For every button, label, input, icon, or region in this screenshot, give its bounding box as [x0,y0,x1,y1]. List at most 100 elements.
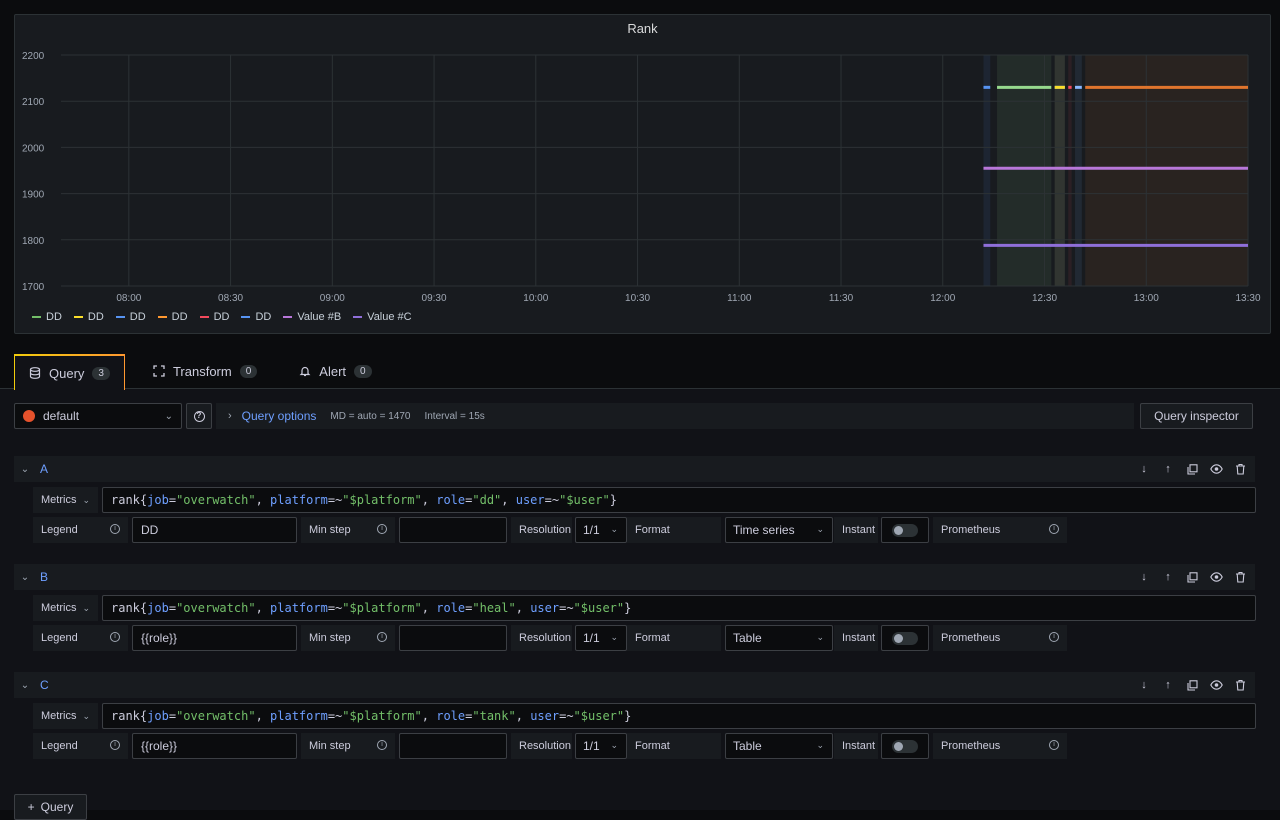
info-icon[interactable]: i [377,740,387,750]
move-down-icon[interactable]: ↓ [1137,570,1151,584]
tab-alert-label: Alert [319,363,347,379]
min-step-input[interactable] [399,733,507,759]
query-ref-id[interactable]: A [40,462,48,476]
tab-query[interactable]: Query 3 [14,354,125,390]
move-up-icon[interactable]: ↑ [1161,462,1175,476]
resolution-select[interactable]: 1/1 ⌄ [575,625,627,651]
move-down-icon[interactable]: ↓ [1137,462,1151,476]
promql-input[interactable]: rank{job = "overwatch", platform =~ "$platfo… [102,703,1256,729]
promql-input[interactable]: rank{job = "overwatch", platform =~ "$platfo… [102,487,1256,513]
query-ref-id[interactable]: C [40,678,49,692]
trash-icon[interactable] [1233,462,1247,476]
resolution-value: 1/1 [583,631,600,645]
legend-item[interactable]: DD [241,311,271,323]
graph-panel: 2200 2100 2000 1900 1800 1700 08:00 08:30 09:00 0… [14,14,1271,334]
query-row-header[interactable]: ⌄ B ↓ ↑ [14,564,1255,590]
info-icon[interactable]: i [110,632,120,642]
legend-item[interactable]: DD [199,311,230,323]
query-ref-id[interactable]: B [40,570,48,584]
format-select[interactable]: Table ⌄ [725,733,833,759]
query-inspector-button[interactable]: Query inspector [1140,403,1253,429]
instant-switch[interactable] [892,631,918,645]
legend-label: DD [129,311,146,323]
instant-toggle[interactable] [881,625,929,651]
chevron-down-icon[interactable]: ⌄ [16,572,34,583]
legend-item[interactable]: DD [73,311,104,323]
legend-input[interactable]: DD [132,517,297,543]
x-tick-label: 13:00 [1134,293,1159,304]
info-icon[interactable]: i [377,524,387,534]
trash-icon[interactable] [1233,570,1247,584]
chevron-down-icon: ⌄ [164,410,173,422]
min-step-input[interactable] [399,517,507,543]
tab-alert[interactable]: Alert 0 [285,353,385,389]
instant-toggle[interactable] [881,733,929,759]
info-icon[interactable]: i [110,740,120,750]
instant-switch[interactable] [892,523,918,537]
min-step-label: Min step i [301,517,395,543]
legend-item[interactable]: DD [32,311,62,323]
legend-input[interactable]: {{role}} [132,733,297,759]
legend-item[interactable]: DD [157,311,188,323]
legend-label-text: Legend [41,524,78,536]
legend-swatch [241,316,251,318]
prometheus-label: Prometheus i [933,733,1067,759]
format-select[interactable]: Table ⌄ [725,625,833,651]
add-query-button[interactable]: + Query [14,794,87,820]
legend-label: Value #B [297,311,342,323]
role-value: dd [479,493,495,507]
eye-icon[interactable] [1209,462,1223,476]
prometheus-label-text: Prometheus [941,632,1001,644]
legend-label: DD [213,311,230,323]
datasource-help-button[interactable]: ? [186,403,212,429]
query-options-bar[interactable]: › Query options MD = auto = 1470 Interva… [216,403,1134,429]
tab-query-count: 3 [92,366,110,380]
chevron-right-icon: › [228,410,232,422]
metrics-button[interactable]: Metrics ⌄ [33,703,98,729]
resolution-select[interactable]: 1/1 ⌄ [575,733,627,759]
duplicate-icon[interactable] [1185,678,1199,692]
min-step-input[interactable] [399,625,507,651]
metrics-button[interactable]: Metrics ⌄ [33,487,98,513]
query-row-header[interactable]: ⌄ C ↓ ↑ [14,672,1255,698]
legend-item[interactable]: Value #C [353,311,412,323]
promql-input[interactable]: rank{job = "overwatch", platform =~ "$platfo… [102,595,1256,621]
chevron-down-icon: ⌄ [816,740,824,750]
chevron-down-icon[interactable]: ⌄ [16,680,34,691]
series-fill-band [997,55,1052,286]
datasource-select[interactable]: default ⌄ [14,403,182,429]
rank-chart: 2200 2100 2000 1900 1800 1700 08:00 08:30 09:00 0… [22,51,1261,304]
chart-legend: DD DD DD DD DD DD Value #B Value #C [32,311,412,323]
x-tick-label: 10:30 [625,293,650,304]
database-icon [29,367,41,379]
info-icon[interactable]: i [1049,632,1059,642]
move-up-icon[interactable]: ↑ [1161,678,1175,692]
move-down-icon[interactable]: ↓ [1137,678,1151,692]
info-icon[interactable]: i [1049,524,1059,534]
legend-input[interactable]: {{role}} [132,625,297,651]
eye-icon[interactable] [1209,570,1223,584]
chevron-down-icon: ⌄ [610,524,618,534]
legend-item[interactable]: DD [115,311,146,323]
info-icon[interactable]: i [110,524,120,534]
resolution-select[interactable]: 1/1 ⌄ [575,517,627,543]
panel-title[interactable]: Rank [15,21,1270,36]
duplicate-icon[interactable] [1185,462,1199,476]
duplicate-icon[interactable] [1185,570,1199,584]
trash-icon[interactable] [1233,678,1247,692]
instant-toggle[interactable] [881,517,929,543]
eye-icon[interactable] [1209,678,1223,692]
info-icon[interactable]: i [1049,740,1059,750]
metrics-button[interactable]: Metrics ⌄ [33,595,98,621]
query-row-header[interactable]: ⌄ A ↓ ↑ [14,456,1255,482]
instant-switch[interactable] [892,739,918,753]
x-tick-label: 12:30 [1032,293,1057,304]
info-icon[interactable]: i [377,632,387,642]
tab-transform[interactable]: Transform 0 [139,353,271,389]
chevron-down-icon[interactable]: ⌄ [16,464,34,475]
job-value: overwatch [183,709,249,723]
format-select[interactable]: Time series ⌄ [725,517,833,543]
move-up-icon[interactable]: ↑ [1161,570,1175,584]
instant-label: Instant [834,625,878,651]
legend-item[interactable]: Value #B [283,311,341,323]
